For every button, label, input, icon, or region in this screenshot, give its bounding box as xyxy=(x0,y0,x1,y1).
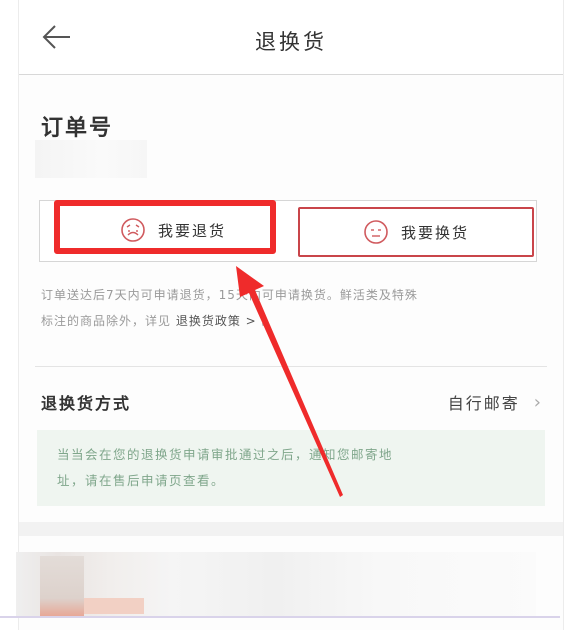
method-info-box: 当当会在您的退换货申请审批通过之后，通知您邮寄地 址，请在售后申请页查看。 xyxy=(37,430,545,506)
notice-line-2: 标注的商品除外，详见 退换货政策 > 。 xyxy=(41,308,547,334)
product-thumbnail-redacted xyxy=(84,598,144,614)
notice-line-2-prefix: 标注的商品除外，详见 xyxy=(41,314,172,328)
top-bar: 退换货 xyxy=(19,0,563,75)
notice-line-2-suffix: 。 xyxy=(261,314,275,328)
highlight-box xyxy=(54,200,276,254)
product-thumbnail-redacted xyxy=(40,556,84,616)
return-policy-notice: 订单送达后7天内可申请退货，15天内可申请换货。鲜活类及特殊 标注的商品除外，详… xyxy=(41,282,547,334)
section-gap xyxy=(19,522,563,536)
method-info-line-2: 址，请在售后申请页查看。 xyxy=(57,473,226,488)
method-selector[interactable]: 自行邮寄 › xyxy=(448,390,543,414)
method-info-line-1: 当当会在您的退换货申请审批通过之后，通知您邮寄地 xyxy=(57,447,394,462)
order-number-redacted xyxy=(35,140,147,178)
policy-link[interactable]: 退换货政策 > xyxy=(176,314,257,328)
page-title: 退换货 xyxy=(255,30,327,54)
bottom-divider xyxy=(0,616,560,618)
method-value: 自行邮寄 xyxy=(447,394,520,413)
exchange-button[interactable]: 我要换货 xyxy=(298,207,534,257)
chevron-right-icon: › xyxy=(533,391,543,413)
exchange-button-label: 我要换货 xyxy=(400,223,469,242)
order-number-label: 订单号 xyxy=(41,116,114,141)
app-frame: 退换货 订单号 我要退货 我要换货 订单送达后7天内可申请退货，15天内可申请换… xyxy=(18,0,564,630)
divider xyxy=(35,366,547,367)
method-label: 退换货方式 xyxy=(41,394,132,413)
notice-line-1: 订单送达后7天内可申请退货，15天内可申请换货。鲜活类及特殊 xyxy=(41,288,418,302)
neutral-face-icon xyxy=(364,220,388,244)
